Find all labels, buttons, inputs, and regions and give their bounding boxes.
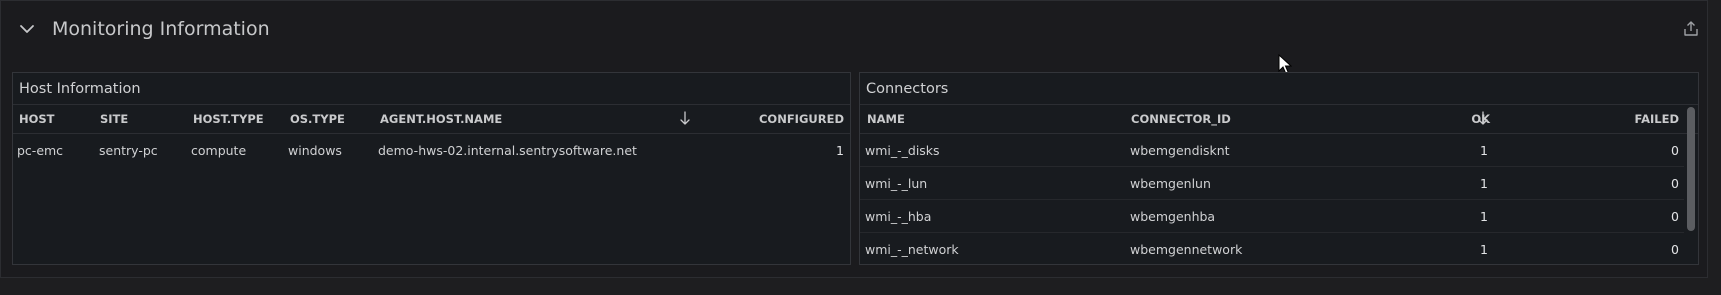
table-row: pc-emc sentry-pc compute windows demo-hw… <box>13 134 850 167</box>
cell-os-type: windows <box>288 143 342 158</box>
cell-connector-id: wbemgennetwork <box>1130 242 1243 257</box>
panel-title: Connectors <box>866 81 949 97</box>
column-header-failed[interactable]: FAILED <box>1635 112 1679 126</box>
cell-host: pc-emc <box>17 143 64 158</box>
cell-connector-id: wbemgendisknt <box>1130 143 1230 158</box>
column-header-connector-id[interactable]: CONNECTOR_ID <box>1131 112 1231 126</box>
table-header: HOST SITE HOST.TYPE OS.TYPE AGENT.HOST.N… <box>13 104 850 134</box>
column-header-site[interactable]: SITE <box>100 112 128 126</box>
host-information-panel: Host Information HOST SITE HOST.TYPE OS.… <box>12 72 851 265</box>
cell-ok: 1 <box>1480 209 1488 224</box>
column-header-host-type[interactable]: HOST.TYPE <box>193 112 264 126</box>
chevron-down-icon[interactable] <box>18 20 36 38</box>
connectors-panel: Connectors NAME CONNECTOR_ID OK FAILED w… <box>859 72 1699 265</box>
vertical-scrollbar[interactable] <box>1684 104 1698 264</box>
cell-configured: 1 <box>836 143 844 158</box>
cell-name: wmi_-_lun <box>865 176 928 191</box>
cell-connector-id: wbemgenlun <box>1130 176 1211 191</box>
row-header[interactable]: Monitoring Information <box>1 1 1709 61</box>
cell-ok: 1 <box>1480 143 1488 158</box>
cell-failed: 0 <box>1671 176 1679 191</box>
table-row: wmi_-_lun wbemgenlun 1 0 <box>860 167 1684 200</box>
row-title[interactable]: Monitoring Information <box>52 17 270 41</box>
column-header-agent-host-name[interactable]: AGENT.HOST.NAME <box>380 112 502 126</box>
cell-ok: 1 <box>1480 242 1488 257</box>
cell-name: wmi_-_network <box>865 242 959 257</box>
column-header-name[interactable]: NAME <box>867 112 905 126</box>
table-header: NAME CONNECTOR_ID OK FAILED <box>860 104 1698 134</box>
cell-name: wmi_-_hba <box>865 209 932 224</box>
cell-failed: 0 <box>1671 209 1679 224</box>
cell-failed: 0 <box>1671 143 1679 158</box>
column-header-ok[interactable]: OK <box>1471 112 1490 126</box>
scrollbar-thumb[interactable] <box>1687 107 1695 231</box>
arrow-down-icon[interactable] <box>679 111 691 126</box>
cell-host-type: compute <box>191 143 247 158</box>
column-header-configured[interactable]: CONFIGURED <box>759 112 844 126</box>
cell-agent-host-name: demo-hws-02.internal.sentrysoftware.net <box>378 143 637 158</box>
cell-site: sentry-pc <box>99 143 158 158</box>
table-row: wmi_-_disks wbemgendisknt 1 0 <box>860 134 1684 167</box>
column-header-os-type[interactable]: OS.TYPE <box>290 112 345 126</box>
cell-name: wmi_-_disks <box>865 143 940 158</box>
table-row: wmi_-_hba wbemgenhba 1 0 <box>860 200 1684 233</box>
column-header-host[interactable]: HOST <box>19 112 55 126</box>
table-row: wmi_-_network wbemgennetwork 1 0 <box>860 233 1684 264</box>
dashboard-row: Monitoring Information Host Information … <box>0 0 1708 278</box>
panel-title: Host Information <box>19 81 141 97</box>
cell-ok: 1 <box>1480 176 1488 191</box>
cell-failed: 0 <box>1671 242 1679 257</box>
page-background <box>0 278 1721 295</box>
share-icon[interactable] <box>1682 20 1700 38</box>
cell-connector-id: wbemgenhba <box>1130 209 1216 224</box>
